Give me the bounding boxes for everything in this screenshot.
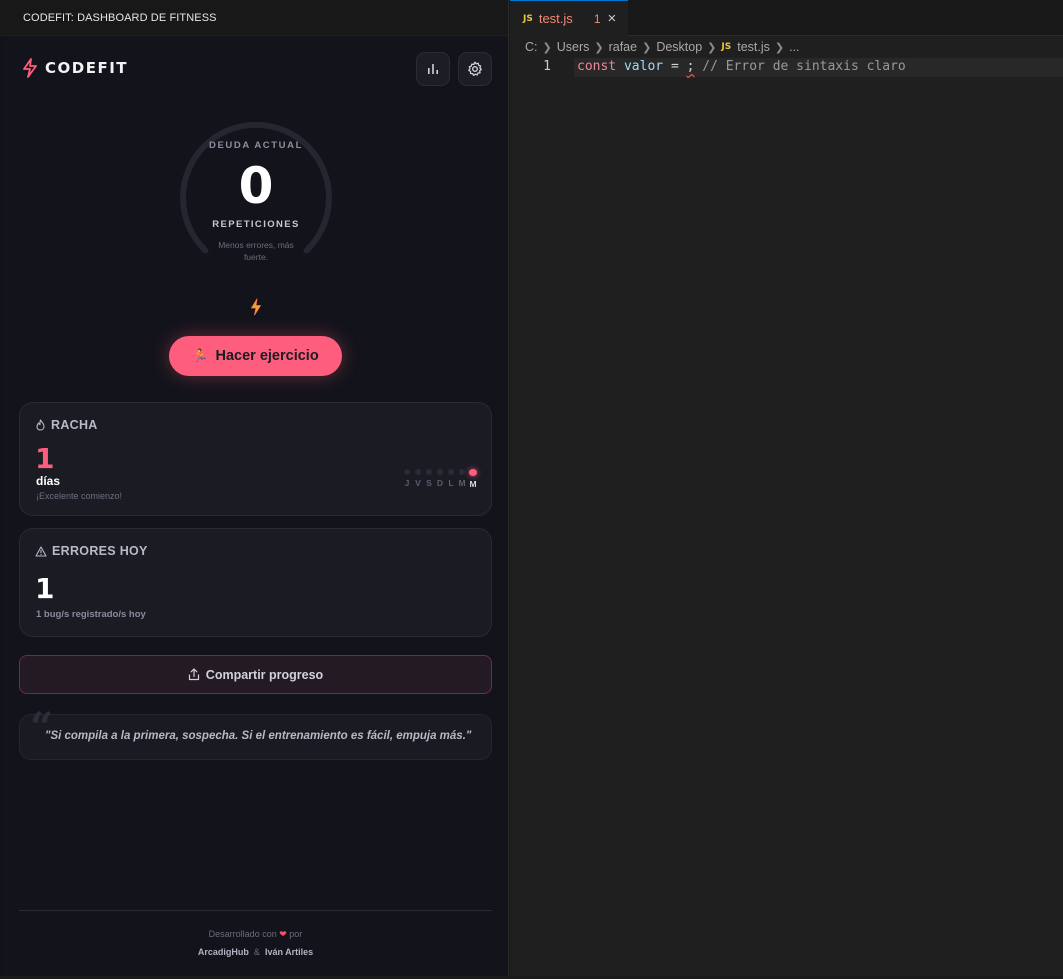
breadcrumb-more[interactable]: ... [789,40,799,54]
share-progress-label: Compartir progreso [205,667,324,682]
debt-gauge: DEUDA ACTUAL 0 REPETICIONES Menos errore… [178,122,334,262]
footer-ampersand: & [253,947,260,957]
breadcrumb: C: ❯ Users ❯ rafae ❯ Desktop ❯ JS test.j… [525,40,800,54]
errors-card: ERRORES HOY 1 1 bug/s registrado/s hoy [19,528,492,637]
streak-day-label: M [458,478,466,488]
streak-day: S [425,469,433,489]
streak-day-dot [459,469,465,475]
js-file-icon: JS [721,42,732,52]
streak-day-dot [404,469,410,475]
bolt-icon [251,298,261,316]
gauge-value: 0 [238,157,274,215]
close-icon[interactable]: × [608,11,617,26]
streak-day-dot [437,469,443,475]
streak-value: 1 [35,442,55,475]
line-number: 1 [543,59,551,74]
streak-day: M [458,469,466,489]
gear-icon [468,61,482,77]
tab-test-js[interactable]: JS test.js 1 × [510,0,628,36]
panel-title: CODEFIT: DASHBOARD DE FITNESS [0,0,508,36]
breadcrumb-file[interactable]: test.js [737,40,770,54]
breadcrumb-users[interactable]: Users [557,40,590,54]
footer-by: por [289,929,303,939]
code-keyword: const [577,59,617,74]
code-comment: // Error de sintaxis claro [702,59,906,74]
problems-count: 1 [593,11,601,26]
share-progress-button[interactable]: Compartir progreso [19,655,492,694]
bar-chart-icon [428,64,438,74]
code-editor: JS test.js 1 × C: ❯ Users ❯ rafae ❯ Desk… [510,0,1063,979]
code-error-token: ; [686,59,695,74]
breadcrumb-rafae[interactable]: rafae [609,40,638,54]
streak-card: RACHA 1 días ¡Excelente comienzo! JVSDLM… [19,402,492,516]
flame-icon [36,419,45,431]
streak-day-dot [426,469,432,475]
stats-button[interactable] [416,52,450,86]
exercise-button[interactable]: 🏃 Hacer ejercicio [169,336,342,376]
streak-message: ¡Excelente comienzo! [36,491,123,501]
footer-credits: Desarrollado con ❤ por [3,929,508,940]
chevron-right-icon: ❯ [542,41,552,54]
week-tracker: JVSDLMM [403,469,477,489]
streak-day: M [469,469,477,489]
streak-day-dot [469,469,477,476]
streak-day: L [447,469,455,489]
code-operator: = [670,59,679,74]
code-variable: valor [623,59,664,74]
breadcrumb-drive[interactable]: C: [525,40,538,54]
streak-day-label: J [404,478,410,488]
streak-unit: días [36,474,61,488]
gauge-unit: REPETICIONES [212,219,300,230]
quote-mark-icon: “ [30,704,54,751]
streak-day-dot [448,469,454,475]
streak-title: RACHA [35,418,98,432]
errors-title-label: ERRORES HOY [52,544,148,558]
chevron-right-icon: ❯ [707,41,717,54]
dashboard: CODEFIT DEUDA ACTUAL 0 REPETICIONES Meno… [3,36,508,979]
chevron-right-icon: ❯ [642,41,652,54]
bolt-logo-icon [23,58,37,78]
footer-made-with: Desarrollado con [208,929,277,939]
heart-icon: ❤ [279,929,287,939]
chevron-right-icon: ❯ [774,41,785,54]
streak-title-label: RACHA [51,418,98,432]
errors-title: ERRORES HOY [35,544,148,558]
settings-button[interactable] [458,52,492,86]
streak-day: J [403,469,411,489]
code-line[interactable]: 1 const valor = ; // Error de sintaxis c… [510,58,1063,77]
chevron-right-icon: ❯ [594,41,604,54]
errors-message: 1 bug/s registrado/s hoy [36,609,146,620]
streak-day: V [414,469,422,489]
streak-day-label: M [469,479,477,489]
author-link-2[interactable]: Iván Artiles [265,947,313,957]
streak-day-label: L [448,478,454,488]
streak-day-dot [415,469,421,475]
exercise-icon: 🏃 [192,348,209,363]
streak-day: D [436,469,444,489]
author-link-1[interactable]: ArcadigHub [198,947,249,957]
streak-day-label: V [415,478,421,488]
gauge-subtitle: Menos errores, más fuerte. [218,240,294,262]
share-icon [188,668,199,681]
errors-value: 1 [35,572,55,605]
js-file-icon: JS [523,13,533,24]
quote-card: “ "Si compila a la primera, sospecha. Si… [19,708,492,760]
tab-filename: test.js [538,11,573,26]
brand-name: CODEFIT [45,59,129,77]
streak-day-label: D [436,478,444,488]
code-text[interactable]: const valor = ; // Error de sintaxis cla… [577,59,906,74]
breadcrumb-desktop[interactable]: Desktop [656,40,702,54]
brand: CODEFIT [21,58,128,78]
streak-day-label: S [426,478,432,488]
fitness-panel: CODEFIT: DASHBOARD DE FITNESS CODEFIT DE… [0,0,509,979]
footer-divider [19,910,492,911]
quote-text: "Si compila a la primera, sospecha. Si e… [45,730,472,742]
exercise-button-label: Hacer ejercicio [215,348,319,364]
footer-authors: ArcadigHub & Iván Artiles [3,947,508,957]
gauge-title: DEUDA ACTUAL [209,140,303,151]
editor-tabs: JS test.js 1 × [510,0,1063,36]
warning-icon [35,545,47,557]
